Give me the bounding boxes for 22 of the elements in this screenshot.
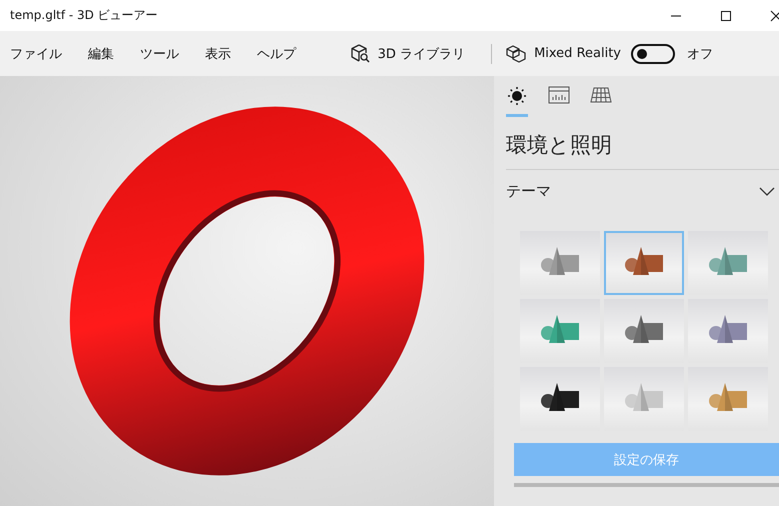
library-button[interactable]: 3D ライブラリ <box>350 44 466 64</box>
section-header[interactable]: テーマ <box>494 170 779 201</box>
maximize-icon <box>720 10 732 22</box>
menu-item[interactable]: ファイル <box>10 44 62 62</box>
grid-icon <box>590 86 612 104</box>
sun-icon <box>507 86 527 106</box>
menu-item[interactable]: ツール <box>140 44 179 62</box>
toggle-switch[interactable] <box>631 44 675 64</box>
panel-heading: 環境と照明 <box>505 132 613 159</box>
menu-item[interactable]: 編集 <box>88 44 114 62</box>
panel-tab[interactable] <box>506 86 528 117</box>
menu-item[interactable]: 表示 <box>205 44 231 62</box>
cubes-icon <box>506 44 526 62</box>
toggle-state-text: オフ <box>687 46 713 62</box>
menu-item[interactable]: ヘルプ <box>257 44 296 62</box>
chevron-icon <box>759 186 775 196</box>
cube-search-icon <box>350 44 370 64</box>
chart-icon <box>548 86 570 104</box>
theme-thumbnail[interactable] <box>604 231 684 295</box>
window-title: temp.gltf - 3D ビューアー <box>10 7 158 24</box>
close-icon <box>770 10 779 22</box>
mixed-reality-button[interactable]: Mixed Reality <box>506 44 621 62</box>
